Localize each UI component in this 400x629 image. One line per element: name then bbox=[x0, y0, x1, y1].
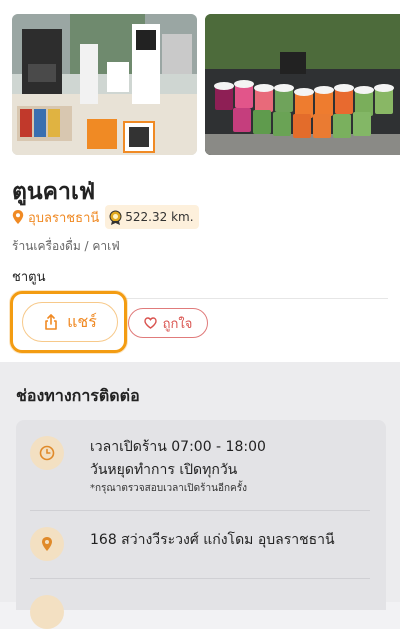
distance-value: 522.32 km. bbox=[125, 210, 194, 224]
heart-icon bbox=[143, 317, 157, 329]
shop-address: 168 สว่างวีระวงศ์ แก่งโดม อุบลราชธานี bbox=[90, 532, 335, 548]
opening-hours: เวลาเปิดร้าน 07:00 - 18:00 bbox=[90, 439, 266, 455]
clock-icon bbox=[39, 445, 55, 461]
distance-badge: 522.32 km. bbox=[105, 205, 199, 229]
clock-icon-circle bbox=[30, 436, 64, 470]
medal-icon bbox=[109, 210, 122, 225]
like-button[interactable]: ถูกใจ bbox=[128, 308, 208, 338]
location-row: อุบลราชธานี 522.32 km. bbox=[12, 205, 199, 229]
share-icon bbox=[45, 314, 57, 330]
shop-detail-card: ตูนคาเฟ่ อุบลราชธานี 522.32 km. ร้านเครื… bbox=[0, 0, 400, 362]
shop-category: ร้านเครื่องดื่ม / คาเฟ่ bbox=[12, 239, 120, 253]
share-button[interactable]: แชร์ bbox=[22, 302, 118, 342]
contact-info-box: เวลาเปิดร้าน 07:00 - 18:00 วันหยุดทำการ … bbox=[16, 420, 386, 629]
contact-icon-circle bbox=[30, 595, 64, 629]
share-label: แชร์ bbox=[67, 311, 97, 331]
holiday-info: วันหยุดทำการ เปิดทุกวัน bbox=[90, 462, 238, 478]
map-pin-icon bbox=[12, 210, 24, 224]
opening-hours-row: เวลาเปิดร้าน 07:00 - 18:00 วันหยุดทำการ … bbox=[16, 420, 386, 510]
province-label: อุบลราชธานี bbox=[28, 210, 100, 226]
location-pin-icon bbox=[42, 537, 52, 551]
shop-tag[interactable]: ชาตูน bbox=[12, 266, 45, 287]
contact-section-title: ช่องทางการติดต่อ bbox=[16, 386, 140, 405]
address-row[interactable]: 168 สว่างวีระวงศ์ แก่งโดม อุบลราชธานี bbox=[16, 511, 386, 577]
location-icon-circle bbox=[30, 527, 64, 561]
next-contact-row[interactable] bbox=[16, 579, 386, 629]
shop-photo-drinks[interactable] bbox=[205, 14, 400, 155]
like-label: ถูกใจ bbox=[162, 316, 193, 332]
shop-photo-counter[interactable] bbox=[12, 14, 197, 155]
hours-note: *กรุณาตรวจสอบเวลาเปิดร้านอีกครั้ง bbox=[90, 483, 247, 494]
